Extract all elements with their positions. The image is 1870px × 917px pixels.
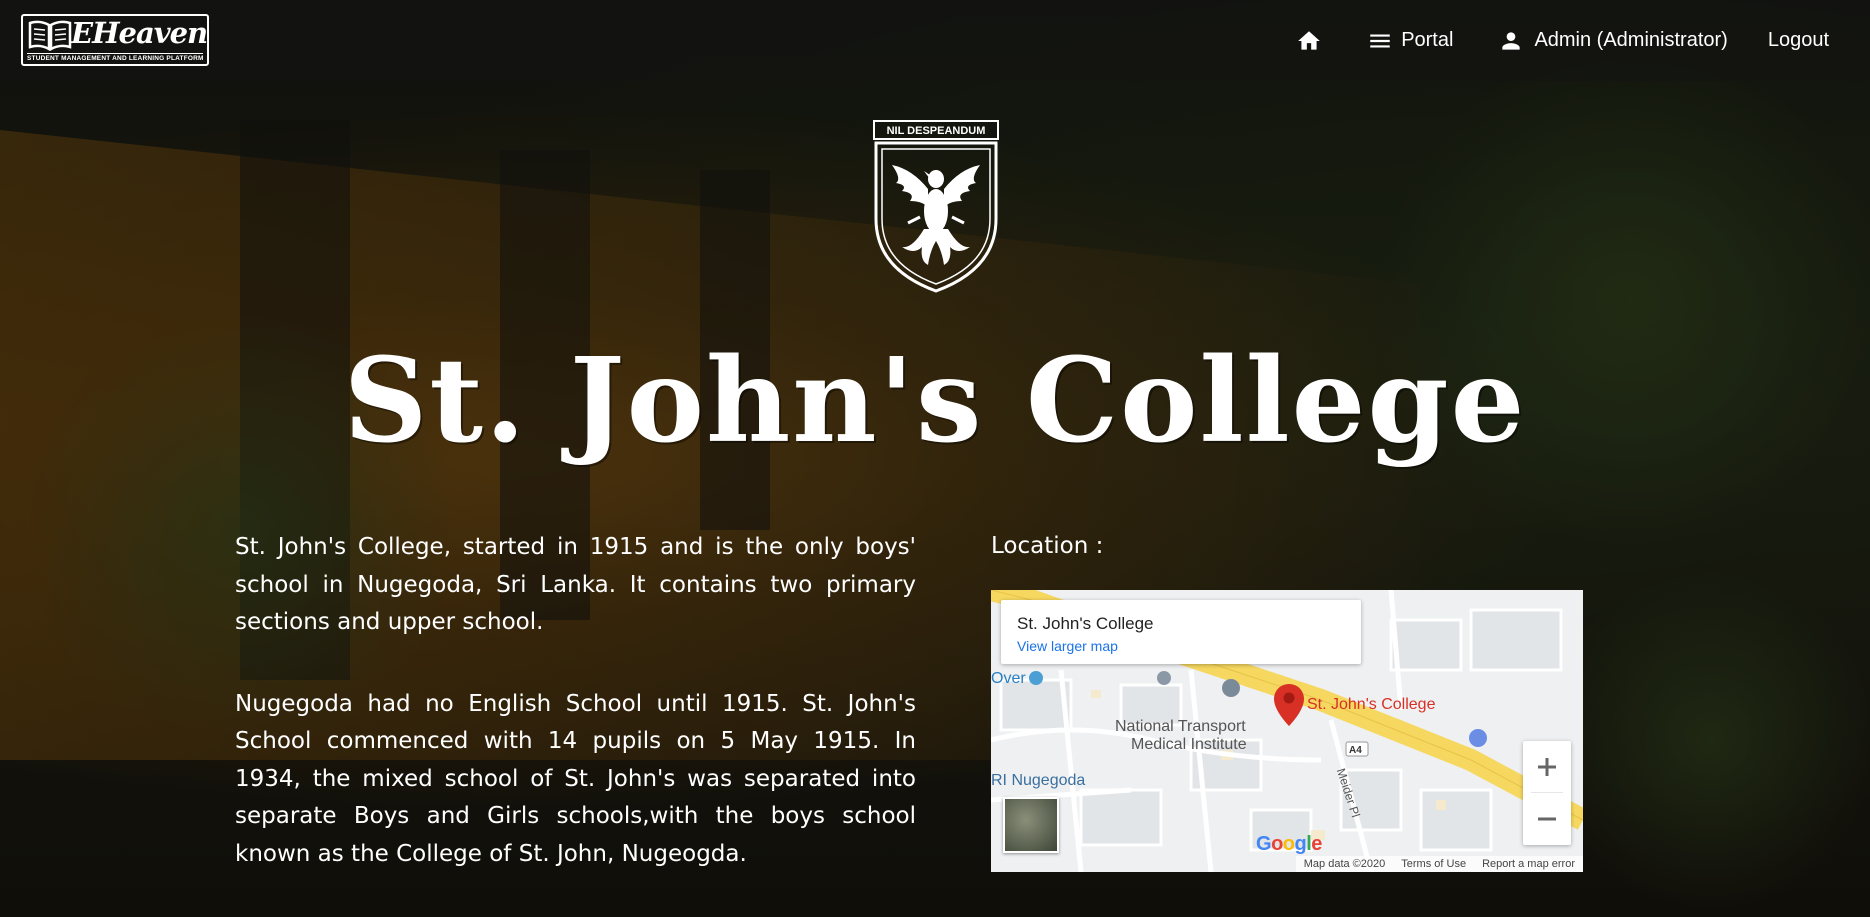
satellite-toggle-button[interactable] xyxy=(1003,797,1059,853)
user-account-link[interactable]: Admin (Administrator) xyxy=(1498,28,1728,54)
map-pin-icon[interactable] xyxy=(1272,682,1306,728)
embedded-map[interactable]: St. John's College View larger map Over … xyxy=(991,590,1583,872)
view-larger-map-link[interactable]: View larger map xyxy=(1017,638,1118,654)
google-logo: Google xyxy=(1256,833,1322,855)
brand-tagline: STUDENT MANAGEMENT AND LEARNING PLATFORM xyxy=(27,53,204,62)
portal-link[interactable]: Portal xyxy=(1367,28,1453,54)
map-label-institute-2: Medical Institute xyxy=(1131,736,1247,753)
nav-menu: Portal Admin (Administrator) Logout xyxy=(1296,0,1870,81)
book-icon xyxy=(28,20,72,51)
portal-label: Portal xyxy=(1401,29,1454,51)
zoom-in-button[interactable] xyxy=(1523,741,1571,793)
menu-icon xyxy=(1370,34,1390,47)
logout-link[interactable]: Logout xyxy=(1768,29,1829,52)
map-card-title: St. John's College xyxy=(1017,614,1154,633)
about-paragraph-1: St. John's College, started in 1915 and … xyxy=(235,534,916,635)
college-crest-icon: NIL DESPEANDUM xyxy=(873,120,999,293)
brand-name: EHeaven xyxy=(71,16,208,50)
top-navbar: EHeaven STUDENT MANAGEMENT AND LEARNING … xyxy=(0,0,1870,81)
person-icon xyxy=(1502,31,1521,50)
zoom-out-button[interactable] xyxy=(1523,793,1571,845)
map-data-text: Map data ©2020 xyxy=(1303,858,1386,870)
logout-label: Logout xyxy=(1767,29,1829,51)
terms-of-use-link[interactable]: Terms of Use xyxy=(1393,858,1474,870)
page: EHeaven STUDENT MANAGEMENT AND LEARNING … xyxy=(0,0,1870,917)
brand-logo[interactable]: EHeaven STUDENT MANAGEMENT AND LEARNING … xyxy=(21,14,209,66)
map-label-over: Over xyxy=(991,670,1026,687)
map-label-road-a4: A4 xyxy=(1349,745,1362,756)
about-text: St. John's College, started in 1915 and … xyxy=(235,529,916,917)
about-paragraph-2: Nugegoda had no English School until 191… xyxy=(235,690,916,867)
map-footer: Map data ©2020 Terms of Use Report a map… xyxy=(1295,856,1583,872)
map-info-card: St. John's College View larger map xyxy=(1001,600,1361,664)
report-map-error-link[interactable]: Report a map error xyxy=(1474,858,1583,870)
home-icon xyxy=(1298,30,1321,50)
home-link[interactable] xyxy=(1296,28,1322,54)
user-label: Admin (Administrator) xyxy=(1534,29,1728,51)
map-label-institute-1: National Transport xyxy=(1115,718,1246,735)
plus-icon xyxy=(1538,758,1556,776)
map-zoom-control xyxy=(1523,741,1571,845)
minus-icon xyxy=(1538,817,1556,821)
crest-motto: NIL DESPEANDUM xyxy=(887,125,986,137)
map-pin-label: St. John's College xyxy=(1307,696,1436,713)
college-title: St. John's College xyxy=(343,333,1527,469)
map-label-nugegoda: RI Nugegoda xyxy=(991,772,1086,789)
location-label: Location : xyxy=(991,533,1104,559)
